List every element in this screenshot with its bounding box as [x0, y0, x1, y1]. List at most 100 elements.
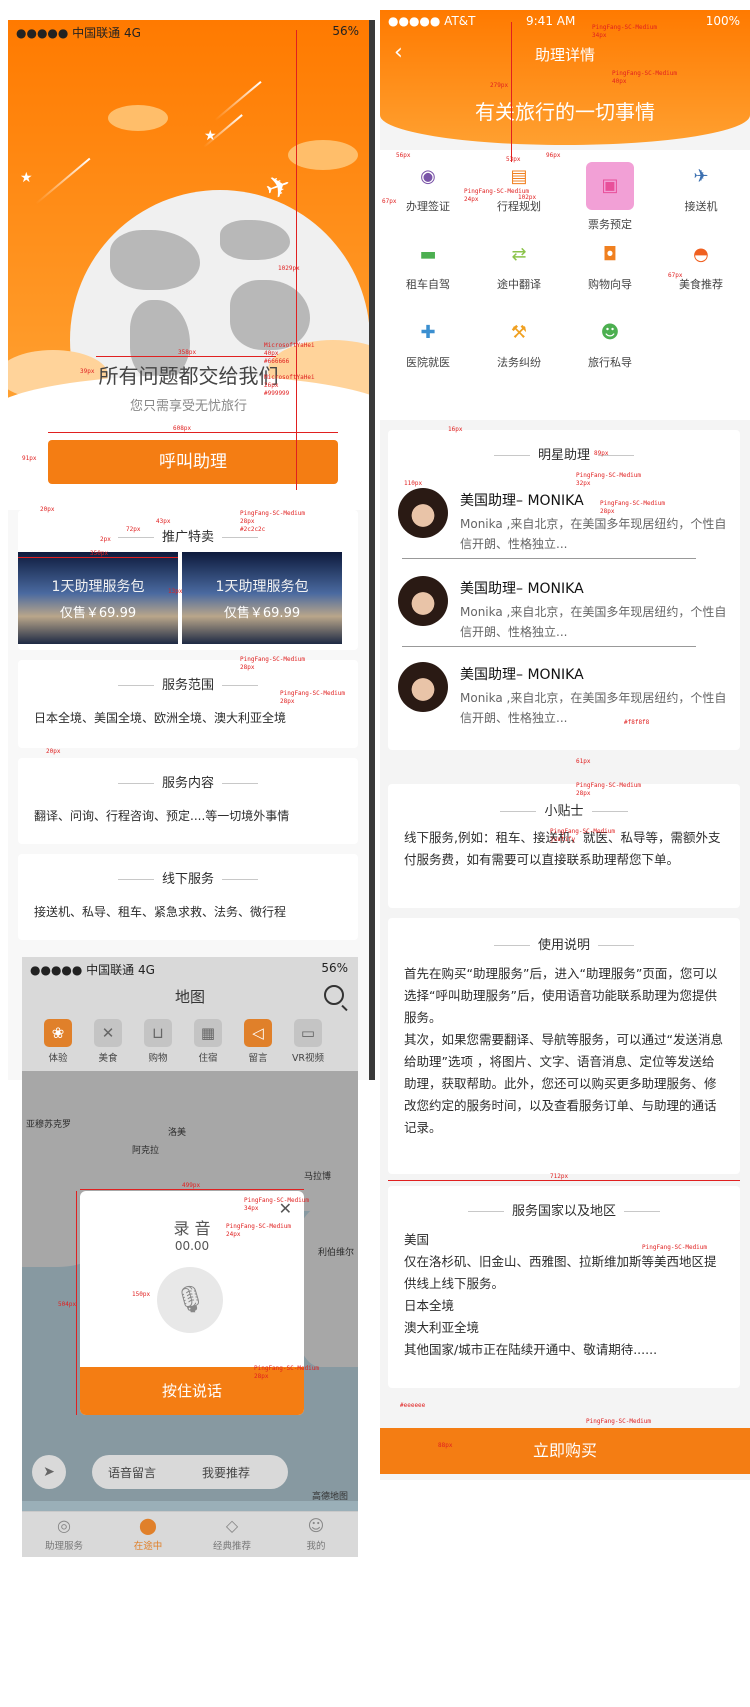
avatar: [398, 662, 448, 712]
spec-label: 89px: [594, 450, 609, 457]
plane-icon: ✈: [693, 166, 709, 187]
service-label: 购物向导: [588, 278, 632, 291]
map-title: 地图: [22, 979, 358, 1015]
spec-label: PingFang-SC-Medium: [550, 828, 616, 835]
spec-label: justify: [550, 836, 576, 843]
service-item-guide[interactable]: ☻ 旅行私导: [565, 318, 655, 370]
divider: [402, 646, 696, 647]
spec-label: 110px: [404, 480, 423, 487]
service-item-car[interactable]: ▬ 租车自驾: [383, 240, 473, 292]
service-label: 接送机: [684, 200, 718, 213]
building-icon: ▦: [194, 1019, 222, 1047]
buy-now-button[interactable]: 立即购买: [380, 1428, 750, 1474]
service-item-plane[interactable]: ✈ 接送机: [656, 162, 746, 214]
recommend-button[interactable]: 我要推荐: [202, 1464, 250, 1481]
translate-icon: ⇄: [511, 244, 527, 265]
spec-label: 150px: [132, 1291, 151, 1298]
locate-icon[interactable]: ➤: [32, 1455, 66, 1489]
service-content-card: 服务内容 翻译、问询、行程咨询、预定....等一切境外事情: [18, 758, 358, 844]
tab-on-the-way[interactable]: ⬤ 在途中: [106, 1516, 190, 1552]
promo-item[interactable]: 1天助理服务包 仅售￥69.99: [182, 552, 342, 644]
spec-label: 34px: [592, 32, 607, 39]
assistant-item[interactable]: 美国助理– MONIKA Monika ,来自北京，在美国多年现居纽约，个性自信…: [398, 488, 728, 568]
hold-to-talk-button[interactable]: 按住说话: [80, 1367, 304, 1415]
spec-label: 102px: [518, 194, 537, 201]
divider: [402, 558, 696, 559]
spec-label: 28px: [576, 790, 591, 797]
spec-line: [80, 1189, 304, 1190]
scope-text: 日本全境、美国全境、欧洲全境、澳大利亚全境: [34, 711, 287, 725]
country-line: 其他国家/城市正在陆续开通中、敬请期待......: [404, 1342, 658, 1357]
search-icon[interactable]: [324, 985, 344, 1005]
promo-title: 1天助理服务包: [215, 579, 309, 595]
cloud-icon: [108, 105, 168, 131]
cart-icon: ⊔: [144, 1019, 172, 1047]
spec-label: PingFang-SC-Medium: [280, 690, 346, 697]
category-shopping[interactable]: ⊔ 购物: [138, 1019, 178, 1064]
category-vr-video[interactable]: ▭ VR视频: [288, 1019, 328, 1064]
service-item-food[interactable]: ◓ 美食推荐: [656, 240, 746, 292]
service-item-gavel[interactable]: ⚒ 法务纠纷: [474, 318, 564, 370]
carrier-text: ●●●●● AT&T: [388, 14, 476, 28]
tab-recommend[interactable]: ◇ 经典推荐: [190, 1516, 274, 1552]
category-lodging[interactable]: ▦ 住宿: [188, 1019, 228, 1064]
location-pin-icon: ⬤: [139, 1516, 157, 1535]
spec-label: 28px: [240, 664, 255, 671]
video-icon: ▭: [294, 1019, 322, 1047]
action-pill: 语音留言 我要推荐: [92, 1455, 288, 1489]
status-bar: ●●●●● 中国联通 4G 56%: [22, 957, 358, 979]
spec-label: 20px: [46, 748, 61, 755]
service-label: 办理签证: [406, 200, 450, 213]
promo-item[interactable]: 1天助理服务包 仅售￥69.99: [18, 552, 178, 644]
guide-icon: ☻: [600, 322, 620, 343]
voice-message-button[interactable]: 语音留言: [108, 1464, 156, 1481]
assistant-detail-screen: ●●●●● AT&T 9:41 AM 100% ‹ 助理详情 有关旅行的一切事情…: [380, 10, 750, 1480]
assistant-desc: Monika ,来自北京，在美国多年现居纽约，个性自信开朗、性格独立...: [460, 605, 727, 639]
spec-label: PingFang-SC-Medium: [240, 510, 306, 517]
spec-label: PingFang-SC-Medium: [226, 1223, 292, 1230]
category-bar: ❀ 体验 ✕ 美食 ⊔ 购物 ▦ 住宿 ◁ 留言 ▭ VR视频: [22, 1015, 358, 1071]
shopping-bag-icon: ◘: [602, 244, 618, 265]
assistant-item[interactable]: 美国助理– MONIKA Monika ,来自北京，在美国多年现居纽约，个性自信…: [398, 576, 728, 656]
promo-price: 仅售￥69.99: [223, 606, 301, 621]
service-item-ticket[interactable]: ▣ 票务预定: [565, 162, 655, 232]
service-item-shopping-bag[interactable]: ◘ 购物向导: [565, 240, 655, 292]
content-heading: 服务内容: [18, 758, 358, 791]
hero-subtitle: 您只需享受无忧旅行: [129, 399, 247, 414]
medical-icon: ✚: [420, 322, 436, 343]
assistant-item[interactable]: 美国助理– MONIKA Monika ,来自北京，在美国多年现居纽约，个性自信…: [398, 662, 728, 742]
call-assistant-button[interactable]: 呼叫助理: [48, 440, 338, 484]
service-scope-card: 服务范围 日本全境、美国全境、欧洲全境、澳大利亚全境: [18, 660, 358, 748]
star-assistants-card: 明星助理 美国助理– MONIKA Monika ,来自北京，在美国多年现居纽约…: [388, 430, 740, 750]
spec-line: [511, 22, 512, 162]
category-experience[interactable]: ❀ 体验: [38, 1019, 78, 1064]
spec-label: 43px: [156, 518, 171, 525]
tab-assistant[interactable]: ◎ 助理服务: [22, 1516, 106, 1552]
microphone-icon[interactable]: 🎙: [157, 1267, 223, 1333]
tips-card: 小贴士 线下服务,例如：租车、接送机、就医、私导等，需额外支付服务费，如有需要可…: [388, 784, 740, 908]
usage-paragraph: 其次，如果您需要翻译、导航等服务，可以通过“发送消息给助理”选项 ，将图片、文字…: [404, 1032, 723, 1135]
spec-label: 40px: [264, 350, 279, 357]
spec-label: 28px: [254, 1373, 269, 1380]
stars-heading: 明星助理: [388, 430, 740, 463]
spec-label: #666666: [264, 358, 290, 365]
tab-mine[interactable]: ☺ 我的: [274, 1516, 358, 1552]
service-item-medical[interactable]: ✚ 医院就医: [383, 318, 473, 370]
category-food[interactable]: ✕ 美食: [88, 1019, 128, 1064]
battery-text: 100%: [705, 14, 740, 28]
assistant-icon: ◎: [57, 1516, 71, 1535]
avatar: [398, 576, 448, 626]
service-item-globe[interactable]: ◉ 办理签证: [383, 162, 473, 214]
user-icon: ☺: [307, 1516, 325, 1535]
gavel-icon: ⚒: [510, 322, 528, 343]
country-line: 日本全境: [404, 1298, 455, 1313]
offline-text: 接送机、私导、租车、紧急求救、法务、微行程: [34, 905, 287, 919]
service-item-translate[interactable]: ⇄ 途中翻译: [474, 240, 564, 292]
spec-label: 40px: [612, 78, 627, 85]
promo-price: 仅售￥69.99: [59, 606, 137, 621]
spec-line: [296, 30, 297, 490]
assistant-name: 美国助理– MONIKA: [460, 667, 584, 683]
car-icon: ▬: [419, 244, 437, 265]
tips-heading: 小贴士: [388, 784, 740, 819]
category-message[interactable]: ◁ 留言: [238, 1019, 278, 1064]
